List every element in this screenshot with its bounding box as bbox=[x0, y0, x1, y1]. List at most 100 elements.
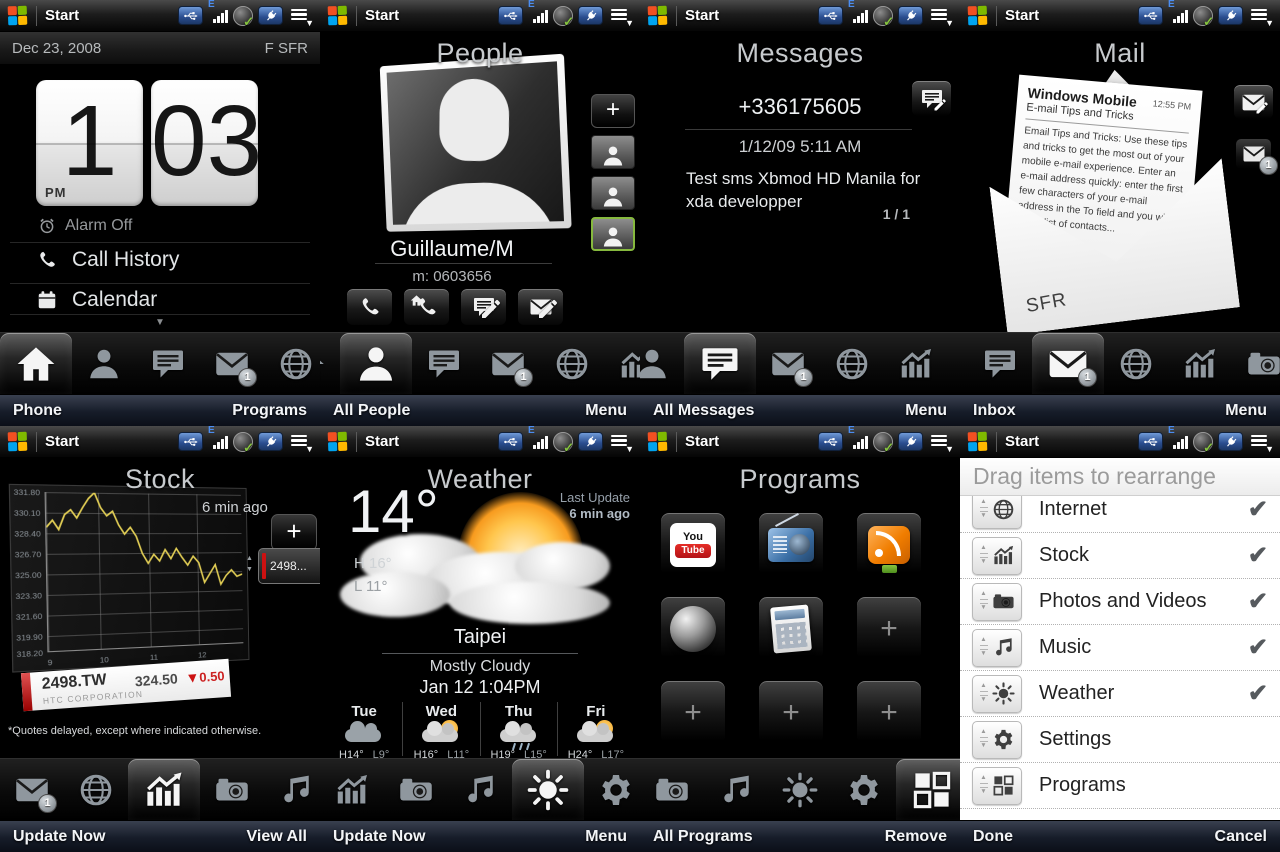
tab-photos[interactable] bbox=[1232, 333, 1280, 394]
add-stock-button[interactable]: + bbox=[271, 514, 317, 551]
tab-mail[interactable]: 1 bbox=[476, 333, 540, 394]
tab-music[interactable] bbox=[704, 759, 768, 820]
add-contact-button[interactable]: + bbox=[591, 94, 635, 128]
tab-weather[interactable] bbox=[768, 759, 832, 820]
drag-handle[interactable]: ▲▼ bbox=[972, 721, 1022, 759]
drag-handle[interactable]: ▲▼ bbox=[972, 767, 1022, 805]
tab-internet[interactable] bbox=[264, 333, 320, 394]
windows-start-icon[interactable] bbox=[8, 431, 29, 452]
flip-clock-hour[interactable]: 1PM bbox=[36, 80, 143, 206]
shortcut-call-history[interactable]: Call History bbox=[36, 248, 179, 272]
date-label[interactable]: Dec 23, 2008 bbox=[12, 40, 101, 57]
windows-start-icon[interactable] bbox=[328, 5, 349, 26]
tab-stock[interactable] bbox=[604, 333, 640, 394]
watchlist-item[interactable]: ▲▼ 2498... bbox=[258, 548, 320, 584]
softkey-left[interactable]: All Messages bbox=[653, 402, 754, 420]
tab-photos[interactable] bbox=[640, 759, 704, 820]
program-tile-calculator[interactable] bbox=[758, 596, 824, 661]
send-email-button[interactable] bbox=[517, 288, 564, 326]
tab-settings[interactable] bbox=[832, 759, 896, 820]
tab-weather[interactable] bbox=[512, 759, 584, 820]
tab-messages[interactable] bbox=[136, 333, 200, 394]
start-menu-label[interactable]: Start bbox=[365, 7, 399, 24]
check-icon[interactable]: ✔ bbox=[1248, 633, 1268, 662]
tab-internet[interactable] bbox=[820, 333, 884, 394]
tab-people[interactable] bbox=[340, 333, 412, 394]
softkey-left[interactable]: Phone bbox=[13, 402, 62, 420]
program-tile-empty[interactable]: + bbox=[856, 680, 922, 745]
quick-menu-icon[interactable]: ▼ bbox=[291, 433, 312, 450]
program-tile-empty[interactable]: + bbox=[856, 596, 922, 661]
tab-photos[interactable] bbox=[200, 759, 264, 820]
softkey-left[interactable]: Done bbox=[973, 828, 1013, 846]
drag-handle[interactable]: ▲▼ bbox=[972, 583, 1022, 621]
softkey-left[interactable]: Inbox bbox=[973, 402, 1016, 420]
start-menu-label[interactable]: Start bbox=[365, 433, 399, 450]
envelope-preview[interactable]: Windows Mobile 12:55 PM E-mail Tips and … bbox=[992, 70, 1235, 328]
check-icon[interactable]: ✔ bbox=[1248, 679, 1268, 708]
drag-handle[interactable]: ▲▼ bbox=[972, 675, 1022, 713]
tab-internet[interactable] bbox=[540, 333, 604, 394]
alarm-status[interactable]: Alarm Off bbox=[38, 217, 132, 235]
unread-mail-button[interactable]: 1 bbox=[1235, 138, 1272, 170]
softkey-left[interactable]: Update Now bbox=[333, 828, 425, 846]
program-tile-empty[interactable]: + bbox=[758, 680, 824, 745]
program-tile-fm-radio[interactable] bbox=[758, 512, 824, 577]
softkey-left[interactable]: Update Now bbox=[13, 828, 105, 846]
tab-stock[interactable] bbox=[884, 333, 948, 394]
tab-messages[interactable] bbox=[968, 333, 1032, 394]
windows-start-icon[interactable] bbox=[968, 431, 989, 452]
windows-start-icon[interactable] bbox=[648, 5, 669, 26]
city-name[interactable]: Taipei bbox=[320, 626, 640, 649]
program-tile-empty[interactable]: + bbox=[660, 680, 726, 745]
shortcut-calendar[interactable]: Calendar bbox=[36, 288, 157, 312]
softkey-right[interactable]: Cancel bbox=[1215, 828, 1267, 846]
start-menu-label[interactable]: Start bbox=[45, 433, 79, 450]
quick-menu-icon[interactable]: ▼ bbox=[931, 7, 952, 24]
tab-home[interactable] bbox=[320, 333, 340, 394]
tab-internet[interactable] bbox=[1104, 333, 1168, 394]
tab-music[interactable] bbox=[448, 759, 512, 820]
windows-start-icon[interactable] bbox=[968, 5, 989, 26]
tab-stock[interactable] bbox=[320, 759, 384, 820]
tab-stock[interactable] bbox=[128, 759, 200, 820]
quick-menu-icon[interactable]: ▼ bbox=[611, 433, 632, 450]
forecast-day[interactable]: Thu H19°L15° bbox=[480, 702, 557, 756]
softkey-left[interactable]: All People bbox=[333, 402, 410, 420]
program-tile-rss[interactable] bbox=[856, 512, 922, 577]
program-tile-teeter[interactable] bbox=[660, 596, 726, 661]
check-icon[interactable]: ✔ bbox=[1248, 587, 1268, 616]
contact-thumbnail-selected[interactable]: ▲▼ bbox=[591, 217, 635, 251]
tab-people[interactable] bbox=[72, 333, 136, 394]
tab-mail[interactable]: 1 bbox=[200, 333, 264, 394]
contact-photo-frame[interactable] bbox=[380, 54, 572, 232]
windows-start-icon[interactable] bbox=[8, 5, 29, 26]
tab-internet[interactable] bbox=[64, 759, 128, 820]
list-item-music[interactable]: ▲▼ Music ✔ bbox=[960, 625, 1280, 671]
tab-people[interactable] bbox=[960, 333, 968, 394]
tab-people[interactable] bbox=[640, 333, 684, 394]
softkey-right[interactable]: Menu bbox=[1225, 402, 1267, 420]
start-menu-label[interactable]: Start bbox=[1005, 433, 1039, 450]
list-item-programs[interactable]: ▲▼ Programs bbox=[960, 763, 1280, 809]
tab-music[interactable] bbox=[264, 759, 320, 820]
check-icon[interactable]: ✔ bbox=[1248, 541, 1268, 570]
drag-handle[interactable]: ▲▼ bbox=[972, 629, 1022, 667]
quick-menu-icon[interactable]: ▼ bbox=[1251, 7, 1272, 24]
scroll-arrows-icon[interactable]: ▲▼ bbox=[246, 553, 253, 575]
tab-mail[interactable]: 1 bbox=[0, 759, 64, 820]
softkey-right[interactable]: Menu bbox=[585, 828, 627, 846]
tab-mail[interactable]: 1 bbox=[756, 333, 820, 394]
drag-handle[interactable]: ▲▼ bbox=[972, 491, 1022, 529]
contact-thumbnail[interactable] bbox=[591, 176, 635, 210]
softkey-left[interactable]: All Programs bbox=[653, 828, 753, 846]
drag-handle[interactable]: ▲▼ bbox=[972, 537, 1022, 575]
quick-menu-icon[interactable]: ▼ bbox=[1251, 433, 1272, 450]
softkey-right[interactable]: Menu bbox=[585, 402, 627, 420]
tab-settings[interactable] bbox=[584, 759, 640, 820]
call-home-button[interactable] bbox=[403, 288, 450, 326]
check-icon[interactable]: ✔ bbox=[1248, 495, 1268, 524]
tab-programs[interactable] bbox=[896, 759, 960, 820]
tab-mail[interactable]: 1 bbox=[1032, 333, 1104, 394]
forecast-day[interactable]: Fri H24°L17° bbox=[557, 702, 634, 756]
